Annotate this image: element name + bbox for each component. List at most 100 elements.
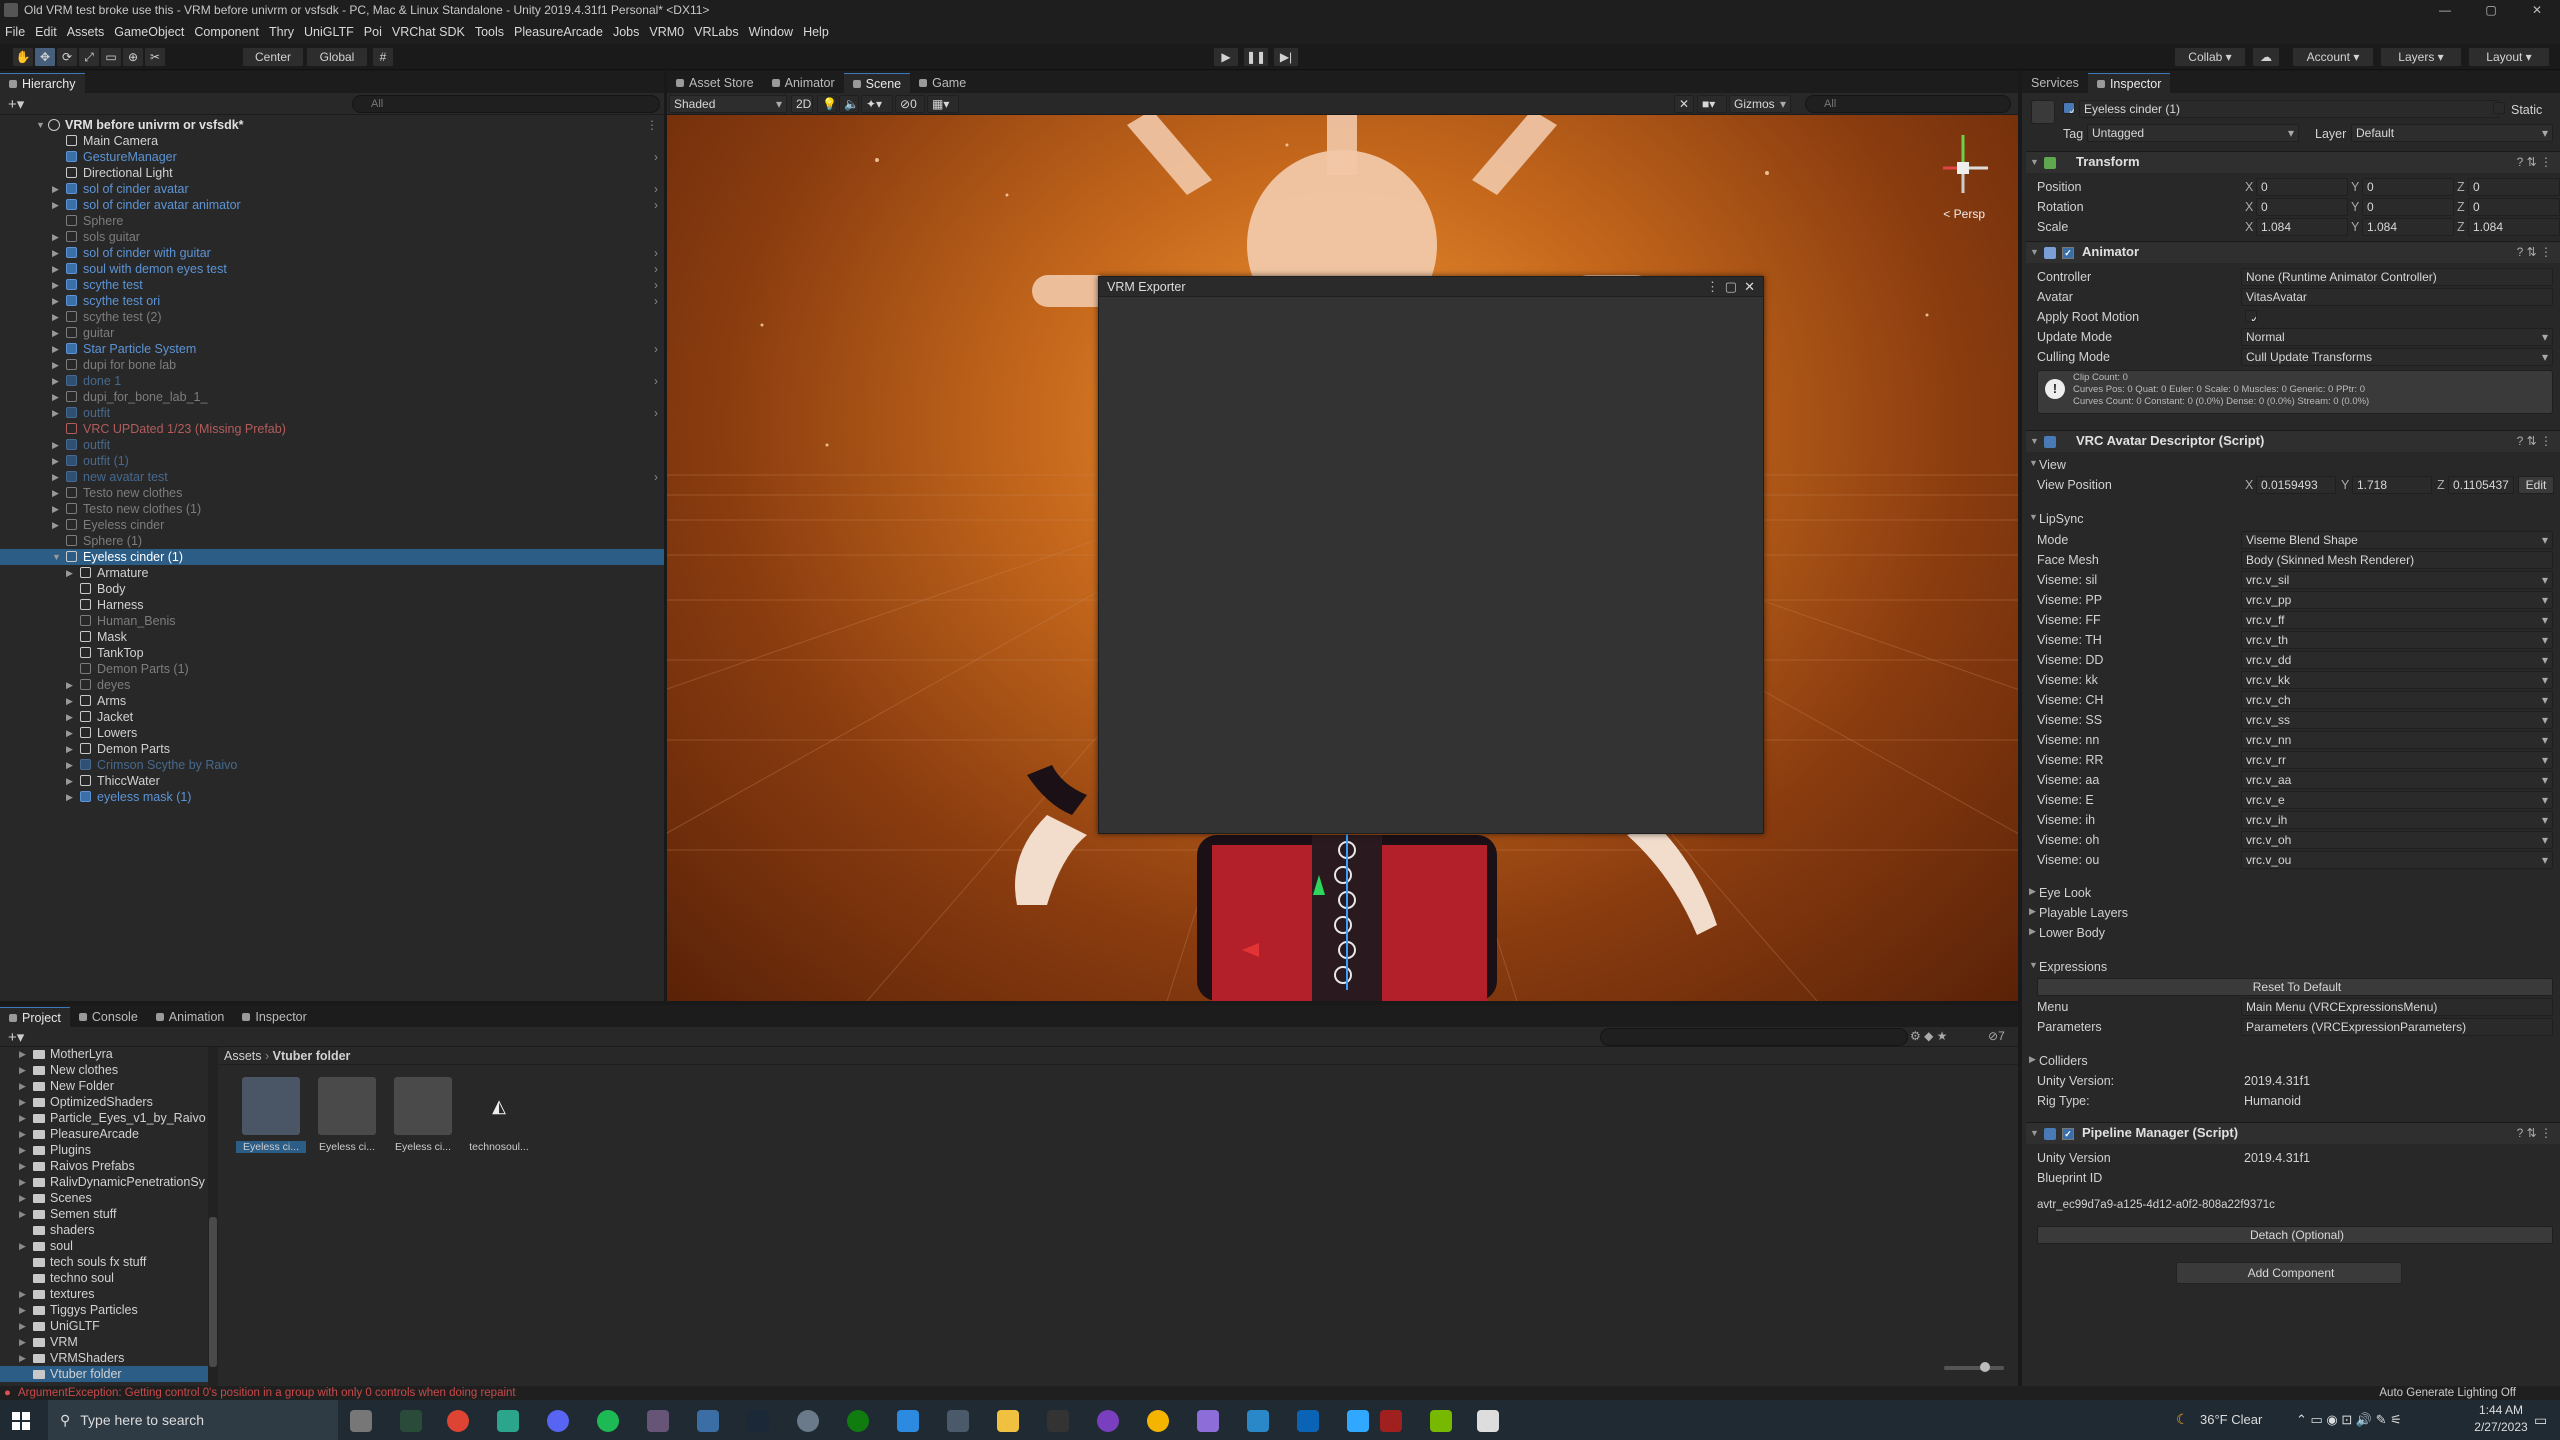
blueprint-id-value[interactable]: avtr_ec99d7a9-a125-4d12-a0f2-808a22f9371… [2037, 1199, 2275, 1211]
transform-z-field[interactable]: 0 [2468, 198, 2560, 216]
expand-arrow-icon[interactable]: ▶ [52, 325, 59, 341]
steam-icon[interactable] [747, 1410, 769, 1432]
task-view-icon[interactable] [350, 1410, 372, 1432]
hierarchy-item[interactable]: ▶ Testo new clothes [0, 485, 664, 501]
hierarchy-item[interactable]: Sphere (1) [0, 533, 664, 549]
folder-item[interactable]: ▶ Scenes [0, 1190, 210, 1206]
hierarchy-item[interactable]: ▶ Testo new clothes (1) [0, 501, 664, 517]
hierarchy-item[interactable]: GestureManager › [0, 149, 664, 165]
expand-arrow-icon[interactable]: ▶ [52, 357, 59, 373]
tab-console[interactable]: Console [70, 1007, 147, 1027]
clock-time[interactable]: 1:44 AM [2466, 1403, 2536, 1417]
expand-arrow-icon[interactable]: ▶ [19, 1062, 26, 1078]
view-y-field[interactable]: 1.718 [2352, 476, 2432, 494]
expand-arrow-icon[interactable]: ▶ [19, 1158, 26, 1174]
rect-tool-icon[interactable]: ▭ [100, 47, 122, 67]
foldout-arrow-icon[interactable]: ▼ [2029, 512, 2038, 522]
folder-item[interactable]: ▶ textures [0, 1286, 210, 1302]
expand-arrow-icon[interactable]: ▶ [66, 565, 73, 581]
static-label[interactable]: Static [2511, 103, 2542, 117]
property-field[interactable]: vrc.v_ou [2241, 851, 2553, 869]
transform-x-field[interactable]: 0 [2256, 198, 2348, 216]
section-animator[interactable]: ▼ ✓ Animator? ⇅ ⋮ [2026, 241, 2560, 263]
hierarchy-item[interactable]: TankTop [0, 645, 664, 661]
expand-arrow-icon[interactable]: ▶ [52, 261, 59, 277]
scene-gizmo[interactable] [1928, 123, 1998, 203]
property-field[interactable]: Normal [2241, 328, 2553, 346]
scene-search-input[interactable]: All [1805, 95, 2011, 113]
expand-arrow-icon[interactable]: ▶ [19, 1110, 26, 1126]
expand-arrow-icon[interactable]: ▶ [19, 1238, 26, 1254]
pause-button[interactable]: ❚❚ [1243, 47, 1269, 67]
hierarchy-item[interactable]: Human_Benis [0, 613, 664, 629]
hierarchy-item[interactable]: ▶ Lowers [0, 725, 664, 741]
tab-asset-store[interactable]: Asset Store [667, 73, 763, 93]
hand-tool-icon[interactable]: ✋ [12, 47, 34, 67]
tab-hierarchy[interactable]: Hierarchy [0, 73, 85, 93]
expand-arrow-icon[interactable]: ▶ [66, 693, 73, 709]
hierarchy-item[interactable]: Main Camera [0, 133, 664, 149]
expand-arrow-icon[interactable]: ▶ [52, 437, 59, 453]
property-field[interactable]: Main Menu (VRCExpressionsMenu) [2241, 998, 2553, 1016]
component-settings-icon[interactable]: ? ⇅ ⋮ [2517, 152, 2552, 172]
transform-x-field[interactable]: 0 [2256, 178, 2348, 196]
hidden-count-icon[interactable]: ⊘7 [1988, 1029, 2005, 1043]
hierarchy-item[interactable]: ▶ sol of cinder with guitar › [0, 245, 664, 261]
expand-arrow-icon[interactable]: ▶ [52, 197, 59, 213]
hierarchy-item[interactable]: ▼ Eyeless cinder (1) [0, 549, 664, 565]
grid-icon[interactable]: ▦▾ [927, 95, 959, 113]
expand-arrow-icon[interactable]: ▶ [52, 341, 59, 357]
hierarchy-item[interactable]: ▶ sol of cinder avatar › [0, 181, 664, 197]
breadcrumb-assets[interactable]: Assets [224, 1049, 262, 1063]
expand-arrow-icon[interactable]: ▶ [66, 773, 73, 789]
collab-dropdown[interactable]: Collab ▾ [2174, 47, 2246, 67]
expand-arrow-icon[interactable]: ▶ [52, 309, 59, 325]
transform-x-field[interactable]: 1.084 [2256, 218, 2348, 236]
component-settings-icon[interactable]: ? ⇅ ⋮ [2517, 431, 2552, 451]
hierarchy-item[interactable]: ▶ soul with demon eyes test › [0, 261, 664, 277]
menu-vrchat-sdk[interactable]: VRChat SDK [387, 25, 470, 39]
folder-item[interactable]: ▶ Particle_Eyes_v1_by_Raivo [0, 1110, 210, 1126]
app-icon-8[interactable] [1147, 1410, 1169, 1432]
hierarchy-item[interactable]: ▶ Jacket [0, 709, 664, 725]
app-icon-5[interactable] [897, 1410, 919, 1432]
menu-tools[interactable]: Tools [470, 25, 509, 39]
expand-arrow-icon[interactable]: ▶ [66, 789, 73, 805]
expand-arrow-icon[interactable]: ▶ [52, 405, 59, 421]
pivot-global-button[interactable]: Global [306, 47, 368, 67]
shading-dropdown[interactable]: Shaded [669, 95, 787, 113]
property-field[interactable]: vrc.v_kk [2241, 671, 2553, 689]
section-transform[interactable]: ▼ Transform? ⇅ ⋮ [2026, 151, 2560, 173]
layer-dropdown[interactable]: Default [2351, 124, 2553, 142]
folder-item[interactable]: ▶ UniGLTF [0, 1318, 210, 1334]
apply-root-motion-checkbox[interactable]: ✓ [2245, 310, 2257, 322]
window-close-icon[interactable]: ✕ [1744, 279, 1755, 295]
folder-item[interactable]: ▶ VRM [0, 1334, 210, 1350]
filter-icon[interactable]: ⚙ ◆ ★ [1910, 1029, 1947, 1043]
expand-arrow-icon[interactable]: ▶ [19, 1302, 26, 1318]
expand-arrow-icon[interactable]: ▶ [52, 517, 59, 533]
app-icon-2[interactable] [647, 1410, 669, 1432]
hierarchy-item[interactable]: Body [0, 581, 664, 597]
property-field[interactable]: vrc.v_oh [2241, 831, 2553, 849]
static-checkbox[interactable] [2493, 102, 2505, 114]
grid-snap-icon[interactable]: # [372, 47, 394, 67]
component-settings-icon[interactable]: ? ⇅ ⋮ [2517, 242, 2552, 262]
notification-icon[interactable]: ▭ [2534, 1412, 2547, 1429]
expand-arrow-icon[interactable]: ▶ [19, 1126, 26, 1142]
hierarchy-item[interactable]: Sphere [0, 213, 664, 229]
property-field[interactable]: vrc.v_ih [2241, 811, 2553, 829]
account-dropdown[interactable]: Account ▾ [2292, 47, 2374, 67]
scene-root[interactable]: ▼ VRM before univrm or vsfsdk* ⋮ [0, 117, 664, 133]
window-maximize-icon[interactable]: ▢ [1725, 279, 1737, 295]
vrm-app-icon[interactable] [1297, 1410, 1319, 1432]
hierarchy-item[interactable]: ▶ deyes [0, 677, 664, 693]
play-button[interactable]: ▶ [1213, 47, 1239, 67]
hierarchy-item[interactable]: ▶ outfit › [0, 405, 664, 421]
expand-arrow-icon[interactable]: ▼ [52, 549, 61, 565]
menu-edit[interactable]: Edit [30, 25, 62, 39]
expand-arrow-icon[interactable]: ▶ [19, 1190, 26, 1206]
folder-item[interactable]: ▶ MotherLyra [0, 1046, 210, 1062]
property-field[interactable]: vrc.v_th [2241, 631, 2553, 649]
tray-icons[interactable]: ⌃ ▭ ◉ ⊡ 🔊 ✎ ⚟ [2296, 1412, 2402, 1428]
